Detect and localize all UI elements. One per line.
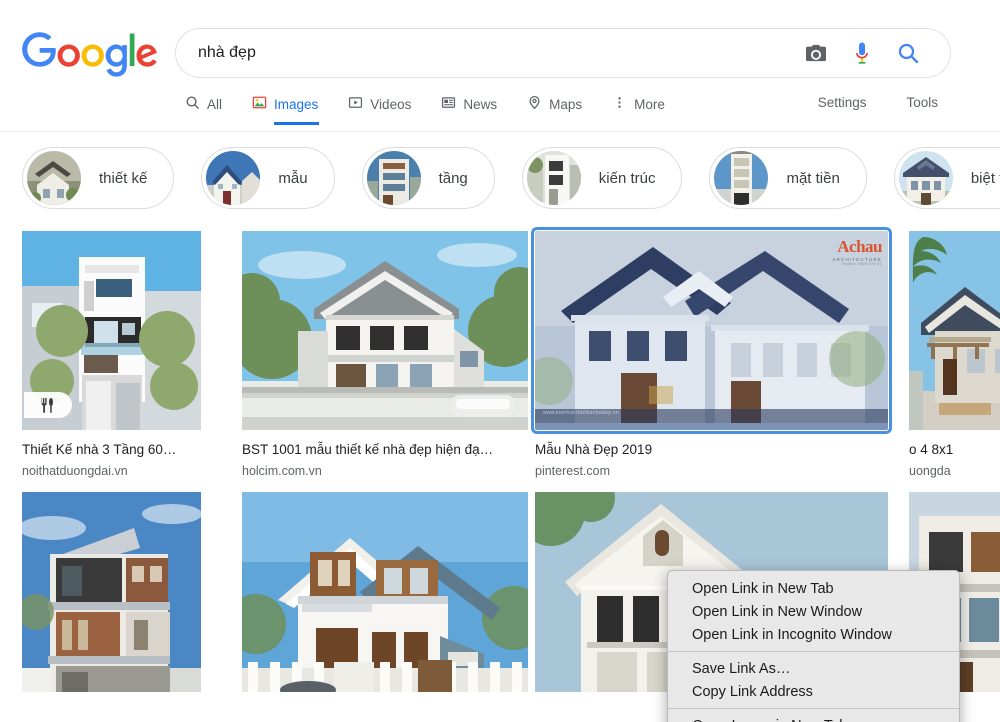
magnifier-icon bbox=[185, 95, 200, 113]
result-caption: Thiết Kế nhà 3 Tầng 60… noithatduongdai.… bbox=[22, 441, 240, 479]
page-header: All Images Videos News bbox=[0, 0, 1000, 132]
menu-item-open-image-new-tab[interactable]: Open Image in New Tab bbox=[668, 714, 959, 722]
menu-item-save-link-as[interactable]: Save Link As… bbox=[668, 657, 959, 680]
video-icon bbox=[348, 95, 363, 113]
search-submit-icon[interactable] bbox=[896, 41, 920, 65]
chip-thumbnail-icon bbox=[898, 151, 953, 205]
chip-kien-truc[interactable]: kiến trúc bbox=[521, 147, 683, 209]
result-caption: o 4 8x1 uongda bbox=[909, 441, 1000, 479]
result-source[interactable]: uongda bbox=[909, 463, 1000, 479]
result-source[interactable]: noithatduongdai.vn bbox=[22, 463, 240, 479]
related-searches-chips: thiết kế mẫu tầng kiến trúc mặt tiền biệ… bbox=[0, 132, 1000, 224]
brand-name: Achau bbox=[837, 237, 882, 256]
chip-label: mẫu bbox=[278, 169, 308, 187]
tools-link[interactable]: Tools bbox=[906, 95, 938, 110]
result-caption: Mẫu Nhà Đẹp 2019 pinterest.com bbox=[535, 441, 905, 479]
news-icon bbox=[441, 95, 456, 113]
map-pin-icon bbox=[527, 95, 542, 113]
menu-separator bbox=[668, 651, 959, 652]
context-menu-group: Open Link in New Tab Open Link in New Wi… bbox=[668, 577, 959, 646]
tab-maps-label: Maps bbox=[549, 96, 583, 112]
result-thumbnail[interactable] bbox=[242, 231, 528, 430]
result-card[interactable]: o 4 8x1 uongda bbox=[909, 231, 1000, 479]
results-row-1: Thiết Kế nhà 3 Tầng 60… noithatduongdai.… bbox=[0, 227, 1000, 479]
result-card[interactable]: Thiết Kế nhà 3 Tầng 60… noithatduongdai.… bbox=[22, 231, 240, 479]
result-card[interactable] bbox=[242, 492, 532, 692]
camera-icon[interactable] bbox=[804, 41, 828, 65]
tab-all[interactable]: All bbox=[185, 95, 222, 125]
search-input[interactable] bbox=[198, 44, 804, 62]
tab-news-label: News bbox=[463, 96, 498, 112]
image-icon bbox=[252, 95, 267, 113]
chip-thumbnail-icon bbox=[714, 151, 769, 205]
result-thumbnail[interactable]: Achau ARCHITECTURE Hotline 0909 575 61 w… bbox=[531, 227, 892, 434]
menu-item-label: Open Link in New Tab bbox=[692, 580, 834, 597]
result-source[interactable]: holcim.com.vn bbox=[242, 463, 532, 479]
menu-item-label: Open Link in New Window bbox=[692, 603, 863, 620]
chip-thumbnail-icon bbox=[27, 151, 81, 205]
chip-label: tầng bbox=[438, 169, 468, 187]
image-url-watermark: www.kientructhietkenhadep.vn bbox=[543, 410, 619, 416]
chip-label: thiết kế bbox=[99, 169, 148, 187]
result-title[interactable]: o 4 8x1 bbox=[909, 441, 1000, 458]
menu-item-label: Save Link As… bbox=[692, 660, 791, 677]
menu-item-label: Open Link in Incognito Window bbox=[692, 626, 892, 643]
result-thumbnail[interactable] bbox=[22, 492, 201, 692]
menu-item-label: Copy Link Address bbox=[692, 683, 813, 700]
search-bar[interactable] bbox=[175, 28, 951, 78]
header-right-links: Settings Tools bbox=[818, 95, 938, 110]
result-title[interactable]: Thiết Kế nhà 3 Tầng 60… bbox=[22, 441, 240, 458]
chip-mau[interactable]: mẫu bbox=[201, 147, 335, 209]
menu-item-copy-link-address[interactable]: Copy Link Address bbox=[668, 680, 959, 703]
result-thumbnail[interactable] bbox=[909, 231, 1000, 430]
brand-hotline: Hotline 0909 575 61 bbox=[842, 262, 882, 266]
context-menu-group: Open Image in New Tab Save Image As… Cop… bbox=[668, 714, 959, 722]
menu-item-open-link-incognito[interactable]: Open Link in Incognito Window bbox=[668, 623, 959, 646]
tab-more[interactable]: More bbox=[612, 95, 665, 125]
menu-separator bbox=[668, 708, 959, 709]
kebab-menu-icon bbox=[612, 95, 627, 113]
chip-thumbnail-icon bbox=[206, 151, 261, 205]
chip-label: kiến trúc bbox=[598, 169, 656, 187]
search-bar-icons bbox=[804, 41, 950, 65]
tab-maps[interactable]: Maps bbox=[527, 95, 582, 125]
result-card-selected[interactable]: Achau ARCHITECTURE Hotline 0909 575 61 w… bbox=[531, 227, 905, 479]
tab-videos-label: Videos bbox=[370, 96, 412, 112]
result-card[interactable]: BST 1001 mẫu thiết kế nhà đẹp hiện đạ… h… bbox=[242, 231, 532, 479]
settings-link[interactable]: Settings bbox=[818, 95, 867, 110]
chip-thumbnail-icon bbox=[366, 151, 421, 205]
chip-label: biệt thự bbox=[970, 169, 1000, 187]
tab-news[interactable]: News bbox=[441, 95, 497, 125]
image-results-grid: Thiết Kế nhà 3 Tầng 60… noithatduongdai.… bbox=[0, 224, 1000, 722]
fork-knife-icon bbox=[38, 397, 55, 413]
result-caption: BST 1001 mẫu thiết kế nhà đẹp hiện đạ… h… bbox=[242, 441, 532, 479]
product-badge bbox=[24, 392, 72, 418]
menu-item-open-link-new-tab[interactable]: Open Link in New Tab bbox=[668, 577, 959, 600]
tab-images-label: Images bbox=[274, 96, 319, 112]
result-card[interactable] bbox=[22, 492, 240, 692]
context-menu[interactable]: Open Link in New Tab Open Link in New Wi… bbox=[667, 570, 960, 722]
result-thumbnail[interactable] bbox=[22, 231, 201, 430]
result-title[interactable]: BST 1001 mẫu thiết kế nhà đẹp hiện đạ… bbox=[242, 441, 532, 458]
result-thumbnail[interactable] bbox=[242, 492, 528, 692]
chip-tang[interactable]: tầng bbox=[361, 147, 495, 209]
chip-biet-thu[interactable]: biệt thự bbox=[893, 147, 1000, 209]
context-menu-group: Save Link As… Copy Link Address bbox=[668, 657, 959, 703]
microphone-icon[interactable] bbox=[850, 41, 874, 65]
chip-thiet-ke[interactable]: thiết kế bbox=[22, 147, 175, 209]
chip-thumbnail-icon bbox=[526, 151, 581, 205]
menu-item-open-link-new-window[interactable]: Open Link in New Window bbox=[668, 600, 959, 623]
search-nav-tabs: All Images Videos News Maps More bbox=[185, 95, 665, 125]
chip-mat-tien[interactable]: mặt tiền bbox=[709, 147, 867, 209]
result-title[interactable]: Mẫu Nhà Đẹp 2019 bbox=[535, 441, 905, 458]
tab-all-label: All bbox=[207, 96, 223, 112]
chip-label: mặt tiền bbox=[786, 169, 840, 187]
tab-more-label: More bbox=[634, 96, 665, 112]
result-source[interactable]: pinterest.com bbox=[535, 463, 905, 479]
tab-videos[interactable]: Videos bbox=[348, 95, 411, 125]
tab-images[interactable]: Images bbox=[252, 95, 320, 125]
image-brand-watermark: Achau ARCHITECTURE Hotline 0909 575 61 bbox=[832, 237, 882, 266]
menu-item-label: Open Image in New Tab bbox=[692, 718, 949, 722]
google-logo[interactable] bbox=[20, 32, 160, 78]
